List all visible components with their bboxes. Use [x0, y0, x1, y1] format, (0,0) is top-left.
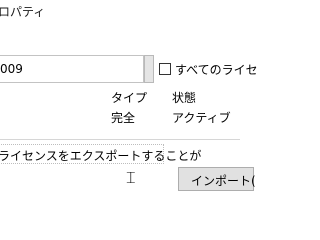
type-value: 完全 — [111, 111, 136, 125]
license-select[interactable]: 009 — [0, 55, 144, 83]
export-message: ライセンスをエクスポートすることが — [0, 149, 202, 163]
title-bar: ロパティ — [0, 0, 240, 26]
license-select-dropdown-button[interactable] — [144, 55, 154, 83]
import-button[interactable]: インポート( — [178, 167, 256, 191]
state-header: 状態 — [172, 91, 197, 105]
text-cursor-icon: ⌶ — [126, 168, 136, 187]
all-licenses-toggle[interactable]: すべてのライセ — [159, 61, 258, 77]
state-value: アクティブ — [172, 111, 231, 125]
group-divider — [0, 139, 240, 140]
import-button-label: インポート( — [191, 174, 256, 188]
all-licenses-checkbox[interactable] — [159, 63, 171, 75]
all-licenses-label: すべてのライセ — [175, 62, 258, 77]
type-header: タイプ — [111, 91, 148, 105]
license-select-value: 009 — [0, 62, 23, 76]
window-title: ロパティ — [0, 5, 46, 19]
